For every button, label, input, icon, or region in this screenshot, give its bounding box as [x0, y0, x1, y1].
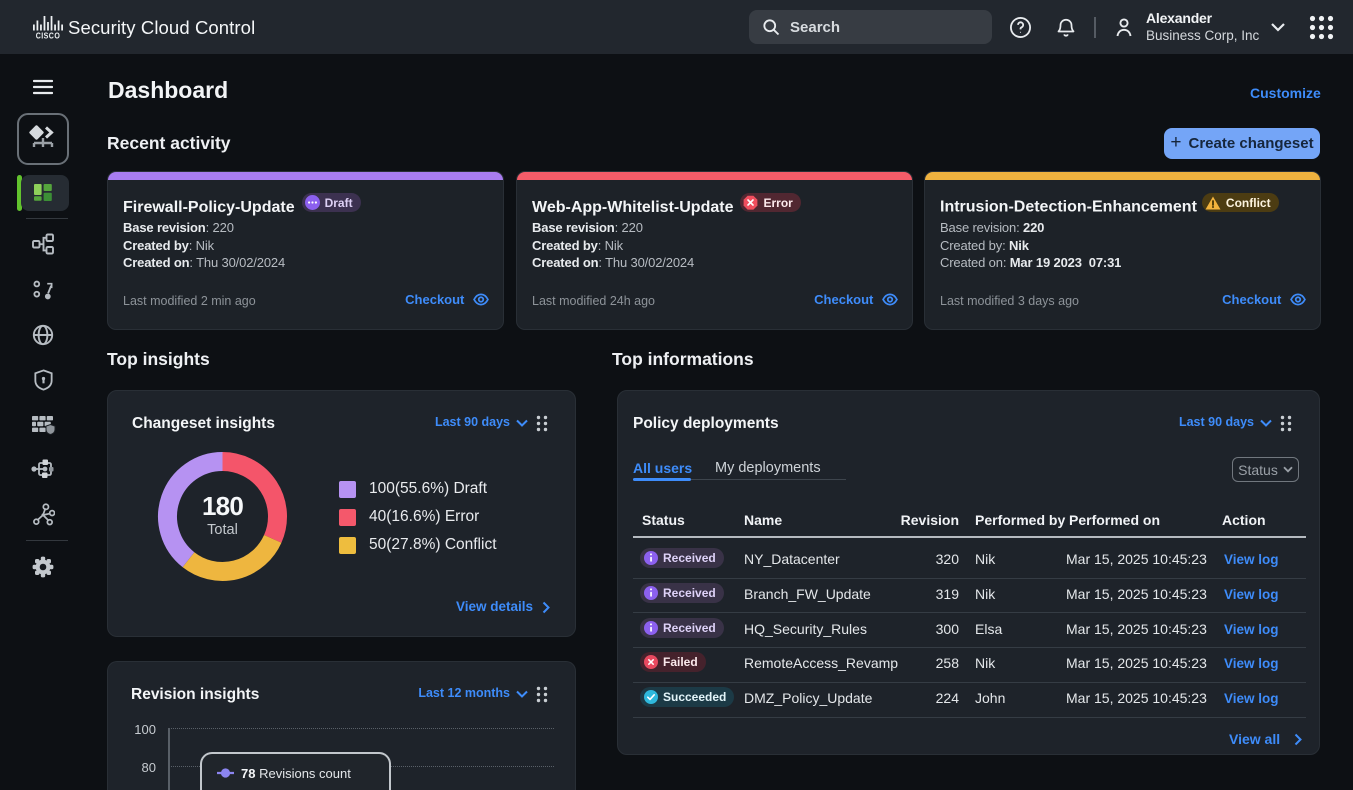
svg-text:CISCO: CISCO	[36, 31, 61, 39]
